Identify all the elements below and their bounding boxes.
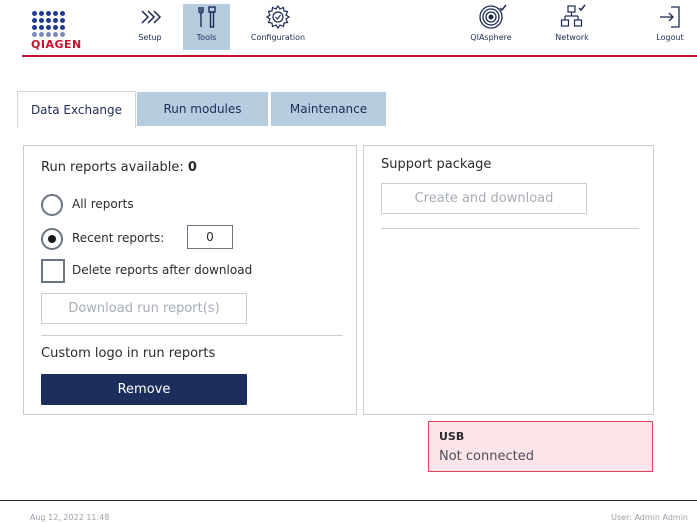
create-and-download-button[interactable]: Create and download [381, 183, 587, 214]
qiagen-logo: QIAGEN [22, 11, 82, 63]
nav-qiasphere[interactable]: QIAsphere [465, 4, 517, 50]
download-run-reports-button[interactable]: Download run report(s) [41, 293, 247, 324]
network-icon [560, 4, 586, 27]
chevrons-right-icon [141, 10, 162, 24]
remove-logo-button[interactable]: Remove [41, 374, 247, 405]
support-package-panel: Support package Create and download [363, 145, 654, 415]
usb-title: USB [439, 430, 465, 443]
footer-divider [0, 500, 697, 501]
logout-icon [660, 6, 680, 28]
radio-recent-reports[interactable] [41, 228, 63, 250]
nav-tools-label: Tools [196, 33, 217, 42]
nav-setup[interactable]: Setup [132, 4, 168, 50]
run-reports-title-label: Run reports available: [41, 160, 184, 175]
usb-status-text: Not connected [439, 449, 534, 464]
qiasphere-icon [479, 4, 507, 29]
delete-after-download-checkbox[interactable] [41, 259, 65, 283]
run-reports-title: Run reports available: 0 [41, 160, 197, 175]
panel-divider [41, 335, 343, 336]
usb-status-box: USB Not connected [428, 421, 653, 472]
logo-underline [22, 55, 77, 57]
run-reports-count: 0 [187, 160, 197, 175]
delete-after-download-label: Delete reports after download [72, 263, 253, 277]
custom-logo-title: Custom logo in run reports [41, 346, 216, 361]
tab-run-modules[interactable]: Run modules [137, 92, 268, 126]
nav-tools[interactable]: Tools [183, 4, 230, 50]
logo-text: QIAGEN [31, 38, 82, 51]
tools-icon [197, 6, 216, 28]
nav-qiasphere-label: QIAsphere [470, 33, 512, 42]
header-divider [77, 55, 697, 57]
top-bar: QIAGEN Setup Tools Configuration QIAsphe… [0, 0, 697, 57]
gear-icon [265, 4, 291, 30]
logo-dots [32, 11, 74, 39]
support-package-title: Support package [381, 157, 492, 172]
nav-network[interactable]: Network [552, 4, 592, 50]
tab-data-exchange[interactable]: Data Exchange [17, 91, 136, 128]
nav-setup-label: Setup [138, 33, 162, 42]
support-divider [381, 228, 639, 229]
nav-logout-label: Logout [656, 33, 684, 42]
radio-all-reports[interactable] [41, 194, 63, 216]
nav-network-label: Network [555, 33, 589, 42]
nav-configuration-label: Configuration [250, 33, 306, 42]
recent-reports-label: Recent reports: [72, 231, 165, 245]
recent-reports-count-input[interactable]: 0 [187, 225, 233, 249]
run-reports-panel: Run reports available: 0 All reports Rec… [23, 145, 357, 415]
tab-maintenance[interactable]: Maintenance [271, 92, 386, 126]
nav-configuration[interactable]: Configuration [245, 4, 311, 50]
nav-logout[interactable]: Logout [652, 4, 688, 50]
all-reports-label: All reports [72, 197, 134, 211]
